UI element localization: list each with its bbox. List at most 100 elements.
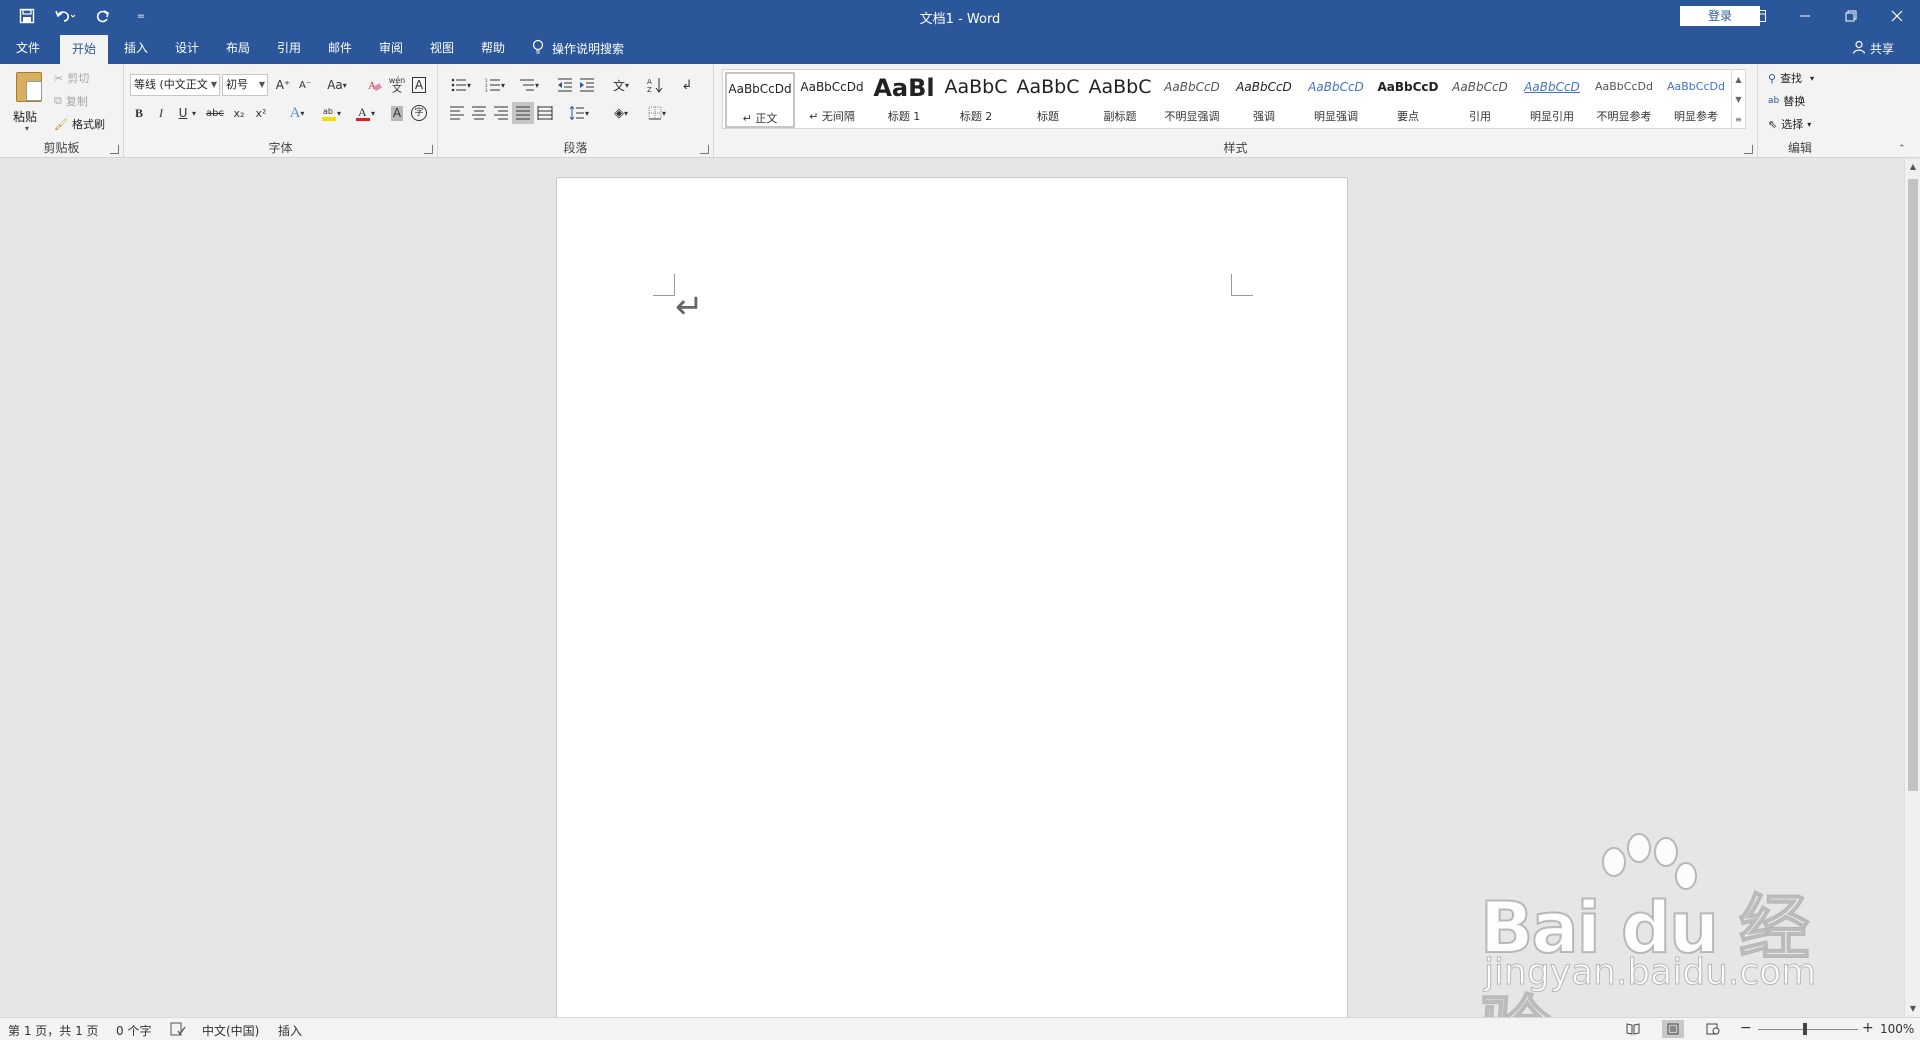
- vertical-scrollbar[interactable]: ▲ ▼: [1904, 159, 1920, 1017]
- print-layout-icon[interactable]: [1662, 1020, 1684, 1038]
- scroll-up-icon[interactable]: ▲: [1905, 159, 1920, 175]
- paragraph-launcher-icon[interactable]: [700, 145, 709, 154]
- save-icon[interactable]: [14, 3, 40, 29]
- shading-button[interactable]: ◈ ▾: [606, 102, 636, 124]
- decrease-indent-icon[interactable]: [554, 74, 576, 96]
- tab-view[interactable]: 视图: [418, 32, 466, 64]
- format-painter-button[interactable]: 🖌 格式刷: [54, 116, 105, 132]
- underline-dropdown-icon[interactable]: ▾: [188, 102, 200, 124]
- align-left-icon[interactable]: [446, 102, 468, 124]
- increase-indent-icon[interactable]: [576, 74, 598, 96]
- font-size-combo[interactable]: 初号 ▼: [222, 74, 268, 96]
- tab-references[interactable]: 引用: [265, 32, 313, 64]
- undo-icon[interactable]: [52, 3, 78, 29]
- scroll-down-icon[interactable]: ▼: [1905, 1001, 1920, 1017]
- justify-icon[interactable]: [512, 102, 534, 124]
- ribbon-display-options-icon[interactable]: [1736, 0, 1782, 32]
- font-name-combo[interactable]: 等线 (中文正文 ▼: [130, 74, 220, 96]
- tab-help[interactable]: 帮助: [469, 32, 517, 64]
- character-shading-button[interactable]: A: [386, 102, 408, 124]
- styles-launcher-icon[interactable]: [1744, 145, 1753, 154]
- bold-button[interactable]: B: [128, 102, 150, 124]
- font-color-button[interactable]: A ▾: [350, 102, 380, 124]
- numbering-button[interactable]: 1 2 3 ▾: [480, 74, 510, 96]
- tab-file[interactable]: 文件: [4, 32, 52, 64]
- show-paragraph-marks-icon[interactable]: ↲: [676, 74, 698, 96]
- font-launcher-icon[interactable]: [424, 145, 433, 154]
- restore-icon[interactable]: [1828, 0, 1874, 32]
- page-count[interactable]: 第 1 页，共 1 页: [8, 1022, 99, 1039]
- minimize-icon[interactable]: [1782, 0, 1828, 32]
- style-intense-reference[interactable]: AaBbCcDd 明显参考: [1661, 72, 1731, 128]
- select-button[interactable]: ⇖ 选择 ▾: [1768, 116, 1811, 132]
- proofing-icon[interactable]: [170, 1022, 186, 1039]
- find-button[interactable]: ⚲ 查找 ▾: [1768, 70, 1814, 86]
- web-layout-icon[interactable]: [1702, 1020, 1724, 1038]
- asian-layout-button[interactable]: 文 ▾: [606, 74, 636, 96]
- highlight-button[interactable]: ab ▾: [316, 102, 346, 124]
- bullets-button[interactable]: ▾: [446, 74, 476, 96]
- styles-scroll-down-icon[interactable]: ▼: [1731, 90, 1745, 109]
- multilevel-list-button[interactable]: ▾: [514, 74, 544, 96]
- style-emphasis[interactable]: AaBbCcD 强调: [1229, 72, 1299, 128]
- distributed-icon[interactable]: [534, 102, 556, 124]
- read-mode-icon[interactable]: [1622, 1020, 1644, 1038]
- scroll-thumb[interactable]: [1908, 179, 1918, 791]
- zoom-slider-track[interactable]: [1758, 1029, 1858, 1030]
- share-button[interactable]: 共享: [1852, 32, 1894, 64]
- language-indicator[interactable]: 中文(中国): [202, 1022, 259, 1039]
- style-subtle-emphasis[interactable]: AaBbCcD 不明显强调: [1157, 72, 1227, 128]
- style-intense-emphasis[interactable]: AaBbCcD 明显强调: [1301, 72, 1371, 128]
- tell-me-search[interactable]: 操作说明搜索: [532, 32, 624, 64]
- align-right-icon[interactable]: [490, 102, 512, 124]
- tab-design[interactable]: 设计: [163, 32, 211, 64]
- paragraph-mark[interactable]: ↵: [675, 290, 704, 324]
- copy-button[interactable]: ⧉ 复制: [54, 93, 88, 109]
- style-heading-2[interactable]: AaBbC 标题 2: [941, 72, 1011, 128]
- close-icon[interactable]: [1874, 0, 1920, 32]
- style-subtitle[interactable]: AaBbC 副标题: [1085, 72, 1155, 128]
- clear-formatting-icon[interactable]: A: [364, 74, 386, 96]
- styles-scroll-up-icon[interactable]: ▲: [1731, 70, 1745, 89]
- style-subtle-reference[interactable]: AaBbCcDd 不明显参考: [1589, 72, 1659, 128]
- phonetic-guide-button[interactable]: wén 文: [386, 74, 408, 96]
- style-strong[interactable]: AaBbCcD 要点: [1373, 72, 1443, 128]
- tab-insert[interactable]: 插入: [112, 32, 160, 64]
- change-case-button[interactable]: Aa ▾: [322, 74, 352, 96]
- style-quote[interactable]: AaBbCcD 引用: [1445, 72, 1515, 128]
- line-spacing-button[interactable]: ▾: [564, 102, 594, 124]
- shrink-font-button[interactable]: A⁻: [294, 74, 316, 96]
- borders-button[interactable]: ▾: [642, 102, 672, 124]
- style-intense-quote[interactable]: AaBbCcD 明显引用: [1517, 72, 1587, 128]
- customize-qat-icon[interactable]: =: [128, 3, 154, 29]
- paste-button[interactable]: 粘贴 ▾: [8, 68, 48, 134]
- character-border-button[interactable]: A: [408, 74, 430, 96]
- clipboard-launcher-icon[interactable]: [110, 145, 119, 154]
- style-normal[interactable]: AaBbCcDd ↵ 正文: [725, 72, 795, 128]
- sort-icon[interactable]: AZ: [644, 74, 666, 96]
- enclose-characters-button[interactable]: 字: [408, 102, 430, 124]
- italic-button[interactable]: I: [150, 102, 172, 124]
- align-center-icon[interactable]: [468, 102, 490, 124]
- insert-mode-indicator[interactable]: 插入: [278, 1022, 302, 1039]
- strikethrough-button[interactable]: abc: [204, 102, 226, 124]
- document-page[interactable]: ↵: [556, 177, 1348, 1027]
- tab-layout[interactable]: 布局: [214, 32, 262, 64]
- tab-mailings[interactable]: 邮件: [316, 32, 364, 64]
- zoom-in-button[interactable]: +: [1862, 1020, 1874, 1036]
- styles-more-icon[interactable]: ≡: [1731, 110, 1745, 129]
- superscript-button[interactable]: x²: [250, 102, 272, 124]
- collapse-ribbon-icon[interactable]: ⌃: [1898, 144, 1906, 154]
- zoom-slider-thumb[interactable]: [1803, 1023, 1807, 1035]
- subscript-button[interactable]: x₂: [228, 102, 250, 124]
- style-heading-1[interactable]: AaBl 标题 1: [869, 72, 939, 128]
- replace-button[interactable]: ab 替换: [1768, 93, 1805, 109]
- tab-home[interactable]: 开始: [60, 35, 109, 64]
- zoom-out-button[interactable]: −: [1740, 1020, 1752, 1036]
- zoom-level[interactable]: 100%: [1880, 1022, 1914, 1036]
- redo-icon[interactable]: [90, 3, 116, 29]
- style-title[interactable]: AaBbC 标题: [1013, 72, 1083, 128]
- grow-font-button[interactable]: A⁺: [272, 74, 294, 96]
- style-no-spacing[interactable]: AaBbCcDd ↵ 无间隔: [797, 72, 867, 128]
- text-effects-button[interactable]: A ▾: [282, 102, 312, 124]
